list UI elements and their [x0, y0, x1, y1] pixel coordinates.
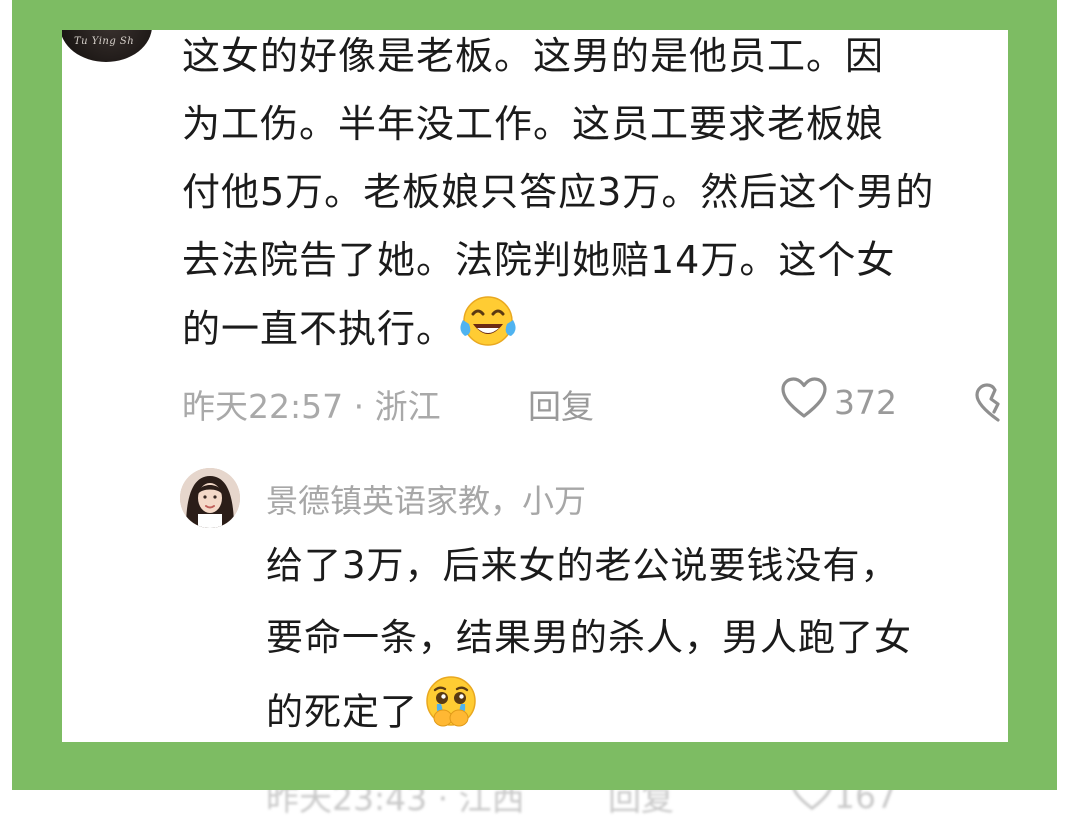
next-reply-button[interactable]: 回复: [608, 790, 674, 816]
broken-heart-icon[interactable]: [974, 382, 1008, 432]
next-like-count: 167: [834, 790, 897, 816]
like-count: 372: [834, 382, 897, 422]
comment-line: 付他5万。老板娘只答应3万。然后这个男的: [182, 170, 935, 214]
next-reply-meta-partial: 昨天23:43 · 江西 回复 167: [0, 790, 1076, 816]
laughing-crying-emoji-icon: [459, 294, 517, 369]
comment-line: 的一直不执行。: [182, 307, 456, 351]
comment-line: 为工伤。半年没工作。这员工要求老板娘: [182, 102, 885, 146]
heart-outline-icon: [790, 790, 834, 816]
comment-text: 这女的好像是老板。这男的是他员工。因 为工伤。半年没工作。这员工要求老板娘 付他…: [182, 30, 1008, 369]
comment-body: 这女的好像是老板。这男的是他员工。因 为工伤。半年没工作。这员工要求老板娘 付他…: [182, 30, 1008, 369]
comment-line-last: 的一直不执行。: [182, 294, 1008, 369]
comment-meta-row: 昨天22:57 · 浙江 回复 372: [182, 376, 1008, 426]
reply-line: 要命一条，结果男的杀人，男人跑了女: [266, 616, 912, 659]
reply-text: 给了3万，后来女的老公说要钱没有， 要命一条，结果男的杀人，男人跑了女 的死定了: [266, 530, 1008, 742]
comment-thread: Tu Ying Sh 这女的好像是老板。这男的是他员工。因 为工伤。半年没工作。…: [62, 30, 1008, 742]
next-like-button[interactable]: 167: [790, 790, 897, 816]
comment-time-location: 昨天22:57 · 浙江: [182, 387, 441, 426]
reply-button[interactable]: 回复: [528, 380, 594, 428]
reply-line: 给了3万，后来女的老公说要钱没有，: [266, 544, 899, 587]
pleading-face-emoji-icon: [422, 674, 480, 742]
avatar-signature: Tu Ying Sh: [74, 36, 135, 47]
like-button[interactable]: 372: [780, 376, 897, 428]
reply-author-name[interactable]: 景德镇英语家教，小万: [266, 476, 586, 522]
comment-line: 这女的好像是老板。这男的是他员工。因: [182, 34, 885, 78]
reply-line-last: 的死定了: [266, 674, 1008, 742]
reply-author-avatar[interactable]: [180, 468, 240, 528]
comment-line: 去法院告了她。法院判她赔14万。这个女: [182, 238, 896, 282]
heart-outline-icon: [780, 376, 828, 428]
commenter-avatar[interactable]: Tu Ying Sh: [62, 30, 152, 62]
next-time-location: 昨天23:43 · 江西: [266, 790, 525, 816]
reply-line: 的死定了: [266, 690, 418, 734]
